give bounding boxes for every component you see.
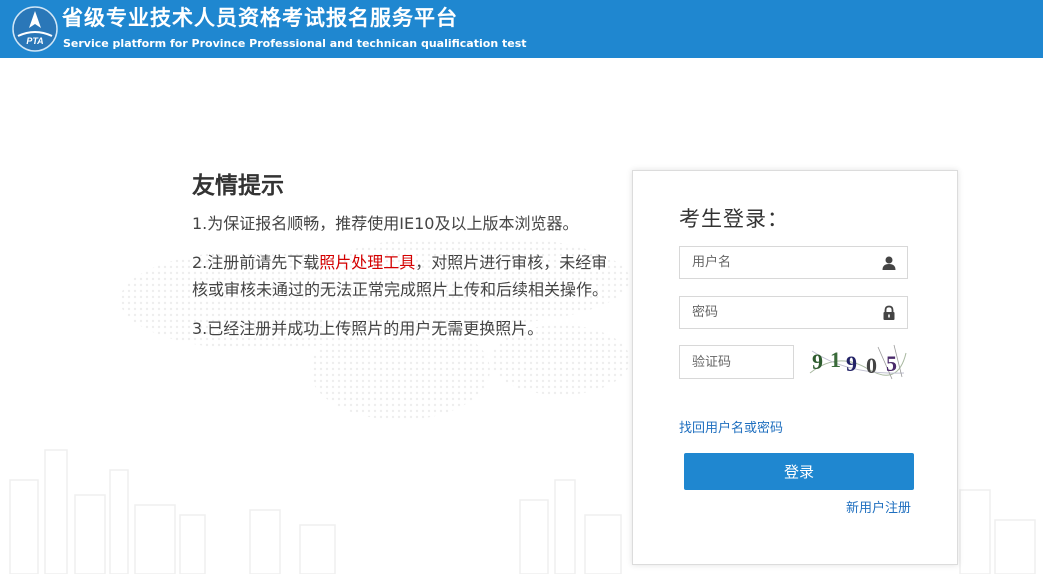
password-field[interactable] [679, 296, 908, 329]
notice-item-2-text-before: 2.注册前请先下载 [192, 253, 320, 272]
register-link[interactable]: 新用户注册 [846, 497, 911, 516]
captcha-image[interactable]: 9 1 9 0 5 [808, 343, 908, 381]
header-bar: PTA 省级专业技术人员资格考试报名服务平台 Service platform … [0, 0, 1043, 58]
notice-section: 友情提示 1.为保证报名顺畅，推荐使用IE10及以上版本浏览器。 2.注册前请先… [192, 166, 622, 354]
notice-item-3: 3.已经注册并成功上传照片的用户无需更换照片。 [192, 319, 544, 338]
captcha-input[interactable] [680, 346, 792, 378]
site-subtitle: Service platform for Province Profession… [63, 37, 527, 50]
captcha-char-1: 9 [812, 349, 823, 374]
password-input[interactable] [680, 297, 872, 328]
login-title: 考生登录： [679, 207, 789, 231]
notice-heading: 友情提示 [192, 173, 284, 199]
svg-text:PTA: PTA [26, 36, 43, 46]
notice-item-2: 2.注册前请先下载照片处理工具，对照片进行审核，未经审核或审核未通过的无法正常完… [192, 249, 622, 303]
notice-item-1: 1.为保证报名顺畅，推荐使用IE10及以上版本浏览器。 [192, 214, 579, 233]
captcha-char-3: 9 [846, 351, 857, 376]
photo-tool-download-link[interactable]: 照片处理工具 [319, 253, 415, 272]
username-field[interactable] [679, 246, 908, 279]
captcha-char-5: 5 [886, 351, 897, 376]
site-title: 省级专业技术人员资格考试报名服务平台 [62, 6, 458, 30]
lock-icon [883, 305, 895, 320]
pta-logo: PTA [12, 6, 58, 52]
captcha-char-2: 1 [830, 347, 841, 372]
login-panel: 考生登录： 9 1 9 0 5 找回用户名或密码 登录 新用户注册 [632, 170, 958, 565]
login-button[interactable]: 登录 [684, 453, 914, 490]
forgot-credentials-link[interactable]: 找回用户名或密码 [679, 417, 783, 436]
username-input[interactable] [680, 247, 872, 278]
user-icon [882, 256, 896, 270]
captcha-char-4: 0 [866, 353, 877, 378]
captcha-field[interactable] [679, 345, 794, 379]
